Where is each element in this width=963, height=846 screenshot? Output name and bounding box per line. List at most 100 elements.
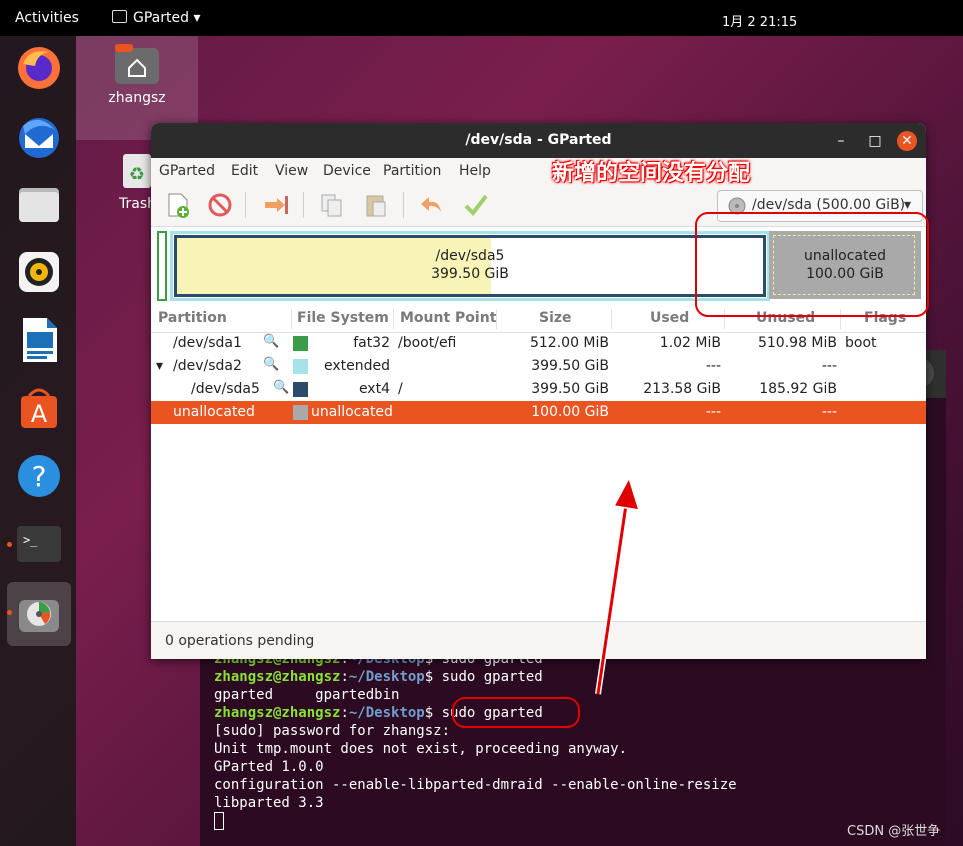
help-icon[interactable]: ?	[15, 452, 63, 500]
prompt-dir: ~/Desktop	[348, 669, 425, 685]
fs-cell: extended	[323, 358, 390, 374]
window-title: /dev/sda - GParted	[465, 132, 612, 148]
partition-cell: /dev/sda2	[173, 358, 242, 374]
close-icon[interactable]: ✕	[897, 131, 917, 151]
gparted-dock-item[interactable]	[7, 582, 71, 646]
prompt-user: zhangsz@zhangsz	[214, 705, 341, 721]
files-icon[interactable]	[15, 180, 63, 228]
mount-cell: /	[398, 381, 403, 397]
gparted-window[interactable]: /dev/sda - GParted – □ ✕ GParted Edit Vi…	[151, 123, 926, 659]
annotation-text: 新增的空间没有分配	[552, 161, 751, 186]
trash-icon: ♻	[123, 154, 151, 188]
terminal-line: Unit tmp.mount does not exist, proceedin…	[214, 741, 628, 757]
used-cell: 213.58 GiB	[643, 381, 721, 397]
menu-device[interactable]: Device	[323, 163, 371, 179]
delete-partition-icon[interactable]	[207, 192, 233, 218]
partition-block-sda1[interactable]	[157, 231, 167, 301]
flags-cell: boot	[845, 335, 877, 351]
svg-text:>_: >_	[23, 533, 38, 547]
used-cell: ---	[705, 404, 721, 420]
partition-cell: unallocated	[173, 404, 255, 420]
unallocated-name: unallocated	[804, 248, 886, 264]
unused-cell: 510.98 MiB	[757, 335, 837, 351]
unused-cell: ---	[821, 404, 837, 420]
fs-color-swatch	[293, 382, 308, 397]
terminal-icon[interactable]: >_	[15, 520, 63, 568]
thunderbird-icon[interactable]	[15, 112, 63, 160]
menu-partition[interactable]: Partition	[383, 163, 441, 179]
fs-cell: unallocated	[311, 404, 393, 420]
size-cell: 100.00 GiB	[531, 404, 609, 420]
fs-cell: fat32	[353, 335, 390, 351]
table-row[interactable]: /dev/sda1 🔍 fat32 /boot/efi 512.00 MiB 1…	[151, 332, 926, 355]
undo-icon[interactable]	[419, 192, 445, 218]
terminal-line: zhangsz@zhangsz:~/Desktop$ sudo gparted	[214, 669, 543, 685]
partition-size: 399.50 GiB	[431, 266, 509, 282]
terminal-line: [sudo] password for zhangsz:	[214, 723, 451, 739]
partition-block-sda5[interactable]: /dev/sda5 399.50 GiB	[174, 235, 766, 297]
mount-cell: /boot/efi	[398, 335, 457, 351]
rhythmbox-icon[interactable]	[15, 248, 63, 296]
menu-gparted[interactable]: GParted	[159, 163, 215, 179]
resize-move-icon[interactable]	[263, 192, 289, 218]
size-cell: 399.50 GiB	[531, 358, 609, 374]
paste-icon[interactable]	[363, 192, 389, 218]
fs-color-swatch	[293, 359, 308, 374]
toolbar: /dev/sda (500.00 GiB) ▾	[151, 184, 926, 227]
col-flags[interactable]: Flags	[864, 310, 906, 326]
firefox-icon[interactable]	[15, 44, 63, 92]
app-icon	[112, 10, 127, 23]
command-text: sudo gparted	[433, 705, 543, 721]
size-cell: 512.00 MiB	[529, 335, 609, 351]
expander-icon[interactable]: ▾	[156, 358, 163, 374]
fs-color-swatch	[293, 405, 308, 420]
terminal-line: GParted 1.0.0	[214, 759, 324, 775]
col-unused[interactable]: Unused	[756, 310, 815, 326]
new-partition-icon[interactable]	[165, 192, 191, 218]
device-selector[interactable]: /dev/sda (500.00 GiB) ▾	[717, 190, 923, 222]
app-menu[interactable]: GParted ▾	[112, 10, 200, 26]
home-folder-icon	[115, 44, 159, 84]
home-folder-label: zhangsz	[108, 90, 166, 106]
svg-text:♻: ♻	[129, 164, 145, 185]
activities-button[interactable]: Activities	[15, 10, 79, 26]
table-row-selected[interactable]: unallocated unallocated 100.00 GiB --- -…	[151, 401, 926, 424]
fs-cell: ext4	[358, 381, 390, 397]
col-partition[interactable]: Partition	[158, 310, 227, 326]
partition-block-extended[interactable]: /dev/sda5 399.50 GiB	[170, 231, 770, 301]
copy-icon[interactable]	[319, 192, 345, 218]
used-cell: 1.02 MiB	[659, 335, 721, 351]
command-text: $ sudo gparted	[424, 669, 543, 685]
apply-icon[interactable]	[463, 192, 489, 218]
libreoffice-writer-icon[interactable]	[15, 316, 63, 364]
unallocated-size: 100.00 GiB	[806, 266, 884, 282]
col-size[interactable]: Size	[539, 310, 572, 326]
used-cell: ---	[705, 358, 721, 374]
col-filesystem[interactable]: File System	[297, 310, 389, 326]
menu-help[interactable]: Help	[459, 163, 491, 179]
table-row[interactable]: /dev/sda5 🔍 ext4 / 399.50 GiB 213.58 GiB…	[151, 378, 926, 401]
minimize-icon[interactable]: –	[831, 131, 851, 151]
partition-cell: /dev/sda1	[173, 335, 242, 351]
unallocated-block[interactable]: unallocated 100.00 GiB	[769, 231, 921, 299]
toolbar-separator	[403, 192, 404, 218]
table-header: Partition File System Mount Point Size U…	[151, 306, 926, 333]
menu-view[interactable]: View	[275, 163, 308, 179]
gparted-titlebar[interactable]: /dev/sda - GParted – □ ✕	[151, 123, 926, 158]
terminal-line: zhangsz@zhangsz:~/Desktop$ sudo gparted	[214, 705, 543, 721]
fs-color-swatch	[293, 336, 308, 351]
terminal-line: configuration --enable-libparted-dmraid …	[214, 777, 737, 793]
partition-name: /dev/sda5	[435, 248, 505, 264]
svg-text:?: ?	[32, 460, 47, 493]
clock[interactable]: 1月 2 21:15	[722, 11, 797, 30]
maximize-icon[interactable]: □	[865, 131, 885, 151]
terminal-cursor[interactable]	[214, 812, 224, 830]
col-used[interactable]: Used	[650, 310, 689, 326]
key-icon: 🔍	[263, 334, 280, 349]
disk-icon	[728, 197, 746, 215]
software-center-icon[interactable]: A	[15, 384, 63, 432]
menu-edit[interactable]: Edit	[231, 163, 258, 179]
col-mountpoint[interactable]: Mount Point	[400, 310, 496, 326]
terminal-output: zhangsz@zhangsz:~/Desktop$ sudo gparted z…	[214, 650, 737, 832]
table-row[interactable]: ▾ /dev/sda2 🔍 extended 399.50 GiB --- --…	[151, 355, 926, 378]
